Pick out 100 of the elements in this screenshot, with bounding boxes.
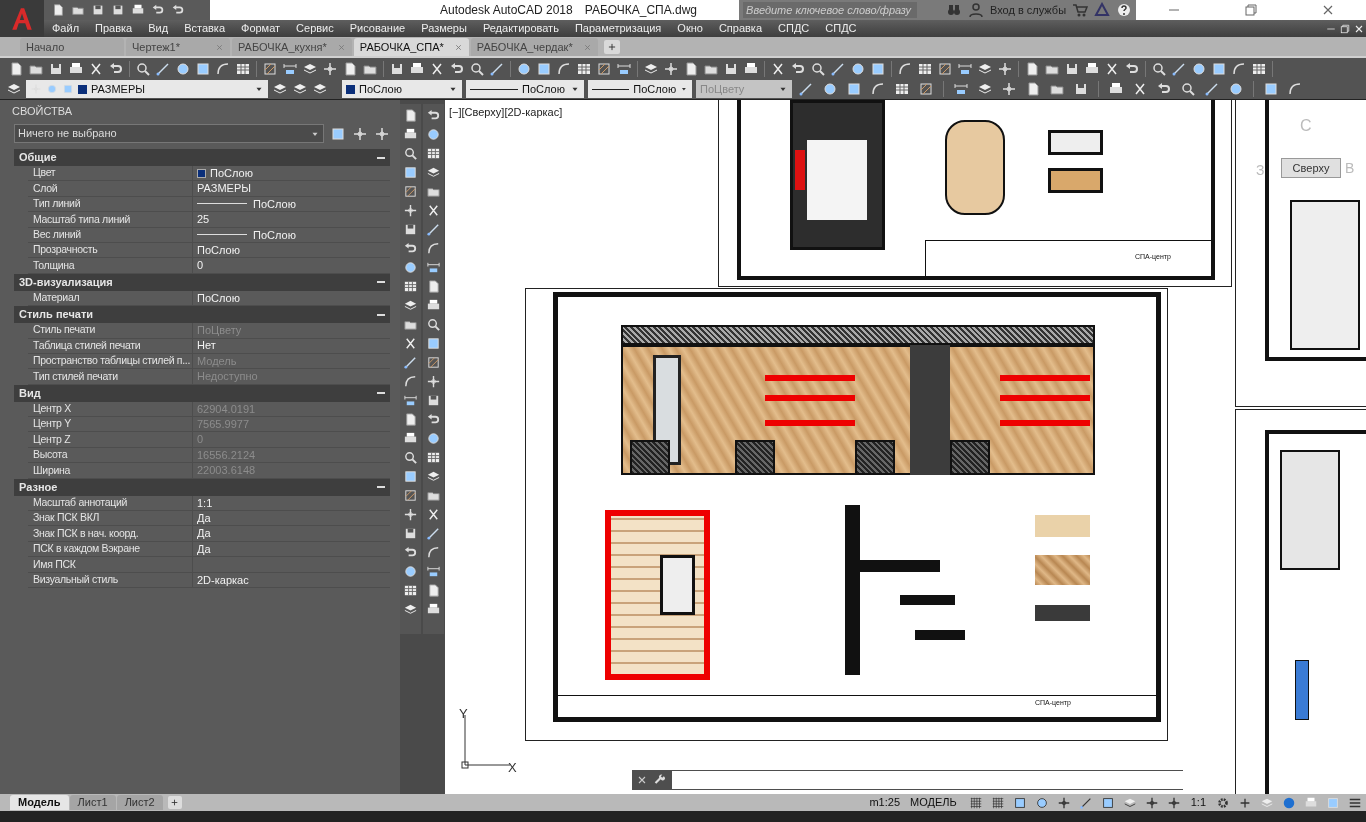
circle-icon[interactable] bbox=[822, 81, 838, 97]
globe-icon[interactable] bbox=[1282, 795, 1296, 810]
layers-icon[interactable] bbox=[426, 165, 441, 180]
circle-icon[interactable] bbox=[1034, 795, 1049, 810]
menu-item[interactable]: Правка bbox=[87, 20, 141, 37]
model-space-button[interactable]: МОДЕЛЬ bbox=[910, 794, 957, 811]
undo-icon[interactable] bbox=[171, 3, 185, 17]
document-icon[interactable] bbox=[1024, 60, 1040, 77]
menu-item[interactable]: Размеры bbox=[413, 20, 475, 37]
document-tab[interactable]: Чертеж1* bbox=[126, 38, 230, 56]
hatch-icon[interactable] bbox=[937, 60, 953, 77]
menu-item[interactable]: Справка bbox=[710, 20, 771, 37]
selection-dropdown[interactable]: Ничего не выбрано bbox=[14, 124, 324, 143]
document-icon[interactable] bbox=[342, 60, 358, 77]
grid-icon[interactable] bbox=[990, 795, 1005, 810]
save-icon[interactable] bbox=[426, 393, 441, 408]
menu-item[interactable]: СПДС bbox=[817, 20, 865, 37]
document-tab[interactable]: РАБОЧКА_СПА* bbox=[353, 38, 469, 56]
magnifier-icon[interactable] bbox=[403, 146, 418, 161]
scissors-icon[interactable] bbox=[403, 336, 418, 351]
close-icon[interactable] bbox=[636, 774, 648, 786]
undo-icon[interactable] bbox=[151, 3, 165, 17]
square-icon[interactable] bbox=[1263, 81, 1279, 97]
line-icon[interactable] bbox=[1204, 81, 1220, 97]
cart-icon[interactable] bbox=[1072, 2, 1089, 18]
magnifier-icon[interactable] bbox=[1180, 81, 1196, 97]
menu-item[interactable]: Сервис bbox=[288, 20, 342, 37]
arc-icon[interactable] bbox=[897, 60, 913, 77]
circle-icon[interactable] bbox=[850, 60, 866, 77]
layers-icon[interactable] bbox=[426, 469, 441, 484]
hatch-icon[interactable] bbox=[596, 60, 612, 77]
circle-icon[interactable] bbox=[1228, 81, 1244, 97]
scissors-icon[interactable] bbox=[1132, 81, 1148, 97]
table-icon[interactable] bbox=[426, 450, 441, 465]
document-icon[interactable] bbox=[1025, 81, 1041, 97]
person-icon[interactable] bbox=[967, 2, 984, 18]
square-icon[interactable] bbox=[536, 60, 552, 77]
save-icon[interactable] bbox=[403, 222, 418, 237]
hatch-icon[interactable] bbox=[262, 60, 278, 77]
gear-icon[interactable] bbox=[1216, 795, 1230, 810]
hatch-icon[interactable] bbox=[403, 488, 418, 503]
lineweight-dropdown[interactable]: ПоСлою bbox=[588, 80, 692, 98]
property-value[interactable]: ПоСлою bbox=[210, 164, 253, 182]
dimension-icon[interactable] bbox=[403, 393, 418, 408]
layout-tab[interactable]: Лист1 bbox=[69, 795, 116, 810]
search-field[interactable]: Введите ключевое слово/фразу bbox=[743, 2, 917, 18]
document-icon[interactable] bbox=[8, 60, 24, 77]
menu-item[interactable]: СПДС bbox=[770, 20, 818, 37]
save-icon[interactable] bbox=[111, 3, 125, 17]
layer-dropdown[interactable]: РАЗМЕРЫ bbox=[26, 80, 268, 98]
hatch-icon[interactable] bbox=[918, 81, 934, 97]
arc-icon[interactable] bbox=[556, 60, 572, 77]
square-icon[interactable] bbox=[403, 469, 418, 484]
restore-icon[interactable] bbox=[1339, 22, 1351, 35]
table-icon[interactable] bbox=[403, 279, 418, 294]
document-tab[interactable]: РАБОЧКА_кухня* bbox=[232, 38, 352, 56]
line-icon[interactable] bbox=[1171, 60, 1187, 77]
property-value[interactable]: Да bbox=[197, 510, 211, 527]
circle-icon[interactable] bbox=[175, 60, 191, 77]
magnifier-icon[interactable] bbox=[810, 60, 826, 77]
layers-icon[interactable] bbox=[403, 602, 418, 617]
square-icon[interactable] bbox=[426, 336, 441, 351]
square-icon[interactable] bbox=[1012, 795, 1027, 810]
scissors-icon[interactable] bbox=[426, 507, 441, 522]
document-icon[interactable] bbox=[683, 60, 699, 77]
property-value[interactable]: 1:1 bbox=[197, 494, 213, 512]
binoculars-icon[interactable] bbox=[945, 2, 962, 18]
circle-icon[interactable] bbox=[403, 564, 418, 579]
circle-icon[interactable] bbox=[516, 60, 532, 77]
property-value[interactable]: РАЗМЕРЫ bbox=[197, 180, 252, 197]
collapse-icon[interactable] bbox=[377, 313, 385, 316]
triangle-icon[interactable] bbox=[1094, 2, 1111, 18]
property-value[interactable]: 0 bbox=[197, 257, 204, 274]
section-header[interactable]: Общие bbox=[14, 149, 390, 166]
circle-icon[interactable] bbox=[426, 127, 441, 142]
property-value[interactable]: ПоСлою bbox=[197, 241, 240, 259]
arc-icon[interactable] bbox=[403, 374, 418, 389]
color-dropdown[interactable]: ПоСлою bbox=[342, 80, 462, 98]
property-value[interactable]: ПоСлою bbox=[253, 226, 296, 243]
line-icon[interactable] bbox=[426, 222, 441, 237]
line-icon[interactable] bbox=[798, 81, 814, 97]
annotation-scale-button[interactable]: 1:1 bbox=[1190, 794, 1206, 811]
square-icon[interactable] bbox=[195, 60, 211, 77]
property-value[interactable]: ПоСлою bbox=[197, 289, 240, 307]
scale-button[interactable]: m1:25 bbox=[869, 794, 900, 811]
table-icon[interactable] bbox=[426, 146, 441, 161]
circle-icon[interactable] bbox=[403, 260, 418, 275]
property-value[interactable]: 25 bbox=[197, 211, 210, 228]
menu-item[interactable]: Формат bbox=[233, 20, 289, 37]
collapse-icon[interactable] bbox=[377, 486, 385, 489]
arc-icon[interactable] bbox=[426, 241, 441, 256]
dimension-icon[interactable] bbox=[426, 564, 441, 579]
menu-item[interactable]: Параметризация bbox=[566, 20, 670, 37]
square-icon[interactable] bbox=[1211, 60, 1227, 77]
section-header[interactable]: Стиль печати bbox=[14, 306, 390, 324]
arc-icon[interactable] bbox=[1231, 60, 1247, 77]
circle-icon[interactable] bbox=[426, 431, 441, 446]
menu-item[interactable]: Рисование bbox=[341, 20, 414, 37]
document-icon[interactable] bbox=[51, 3, 65, 17]
arc-icon[interactable] bbox=[215, 60, 231, 77]
